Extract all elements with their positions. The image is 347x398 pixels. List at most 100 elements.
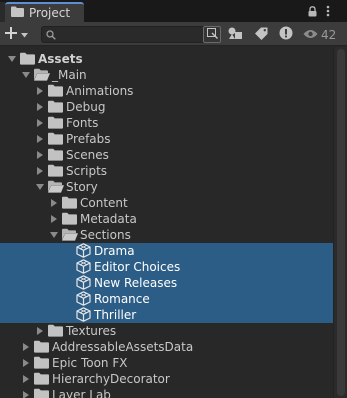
project-toolbar: 42 bbox=[0, 22, 347, 46]
folder-icon bbox=[62, 212, 78, 226]
tree-row[interactable]: Story bbox=[0, 179, 333, 195]
tree-row-label: Thriller bbox=[94, 308, 137, 322]
scrollbar-thumb[interactable] bbox=[337, 49, 345, 396]
tree-row-label: Editor Choices bbox=[94, 260, 181, 274]
tree-row[interactable]: Content bbox=[0, 195, 333, 211]
prefab-cube-icon bbox=[76, 243, 92, 258]
collapsed-arrow-icon[interactable] bbox=[23, 359, 29, 367]
tree-row[interactable]: New Releases bbox=[0, 275, 333, 291]
tree-scrollbar[interactable] bbox=[333, 47, 347, 398]
console-status-button[interactable] bbox=[277, 26, 295, 43]
hidden-packages-toggle[interactable]: 42 bbox=[303, 26, 343, 43]
collapsed-arrow-icon[interactable] bbox=[37, 87, 43, 95]
folder-icon bbox=[48, 132, 64, 146]
collapsed-arrow-icon[interactable] bbox=[37, 103, 43, 111]
tree-row-label: Drama bbox=[94, 244, 135, 258]
tree-row[interactable]: _Main bbox=[0, 67, 333, 83]
folder-icon bbox=[48, 324, 64, 338]
folder-icon bbox=[48, 164, 64, 178]
tree-row[interactable]: Textures bbox=[0, 323, 333, 339]
create-button[interactable] bbox=[5, 25, 35, 43]
tab-bar: Project bbox=[0, 0, 347, 22]
tree-row-label: Content bbox=[80, 196, 128, 210]
expanded-arrow-icon[interactable] bbox=[50, 232, 58, 238]
tree-row-label: Fonts bbox=[66, 116, 99, 130]
tree-row[interactable]: Metadata bbox=[0, 211, 333, 227]
collapsed-arrow-icon[interactable] bbox=[23, 343, 29, 351]
tree-row-label: _Main bbox=[52, 68, 87, 82]
folder-icon bbox=[34, 388, 50, 398]
collapsed-arrow-icon[interactable] bbox=[51, 215, 57, 223]
tree-row[interactable]: Drama bbox=[0, 243, 333, 259]
collapsed-arrow-icon[interactable] bbox=[51, 199, 57, 207]
prefab-cube-icon bbox=[76, 259, 92, 274]
tree-row[interactable]: Assets bbox=[0, 51, 333, 67]
tree-row[interactable]: Epic Toon FX bbox=[0, 355, 333, 371]
folder-icon bbox=[62, 196, 78, 210]
tree-row[interactable]: Prefabs bbox=[0, 131, 333, 147]
tree-row[interactable]: Thriller bbox=[0, 307, 333, 323]
plus-icon bbox=[5, 26, 17, 42]
collapsed-arrow-icon[interactable] bbox=[37, 167, 43, 175]
expanded-arrow-icon[interactable] bbox=[36, 184, 44, 190]
folder-icon bbox=[34, 356, 50, 370]
tree-row-label: Metadata bbox=[80, 212, 137, 226]
tree-row-label: Scripts bbox=[66, 164, 108, 178]
tree-row[interactable]: Fonts bbox=[0, 115, 333, 131]
collapsed-arrow-icon[interactable] bbox=[37, 135, 43, 143]
shapes-icon bbox=[228, 27, 243, 43]
prefab-cube-icon bbox=[76, 275, 92, 290]
lock-icon[interactable] bbox=[306, 3, 318, 19]
tree-row[interactable]: Scripts bbox=[0, 163, 333, 179]
collapsed-arrow-icon[interactable] bbox=[23, 391, 29, 398]
prefab-cube-icon bbox=[76, 291, 92, 306]
collapsed-arrow-icon[interactable] bbox=[37, 151, 43, 159]
prefab-cube-icon bbox=[76, 307, 92, 322]
tree-row-label: Textures bbox=[66, 324, 117, 338]
tag-icon bbox=[254, 27, 268, 43]
expanded-arrow-icon[interactable] bbox=[22, 72, 30, 78]
filter-by-type-button[interactable] bbox=[226, 26, 244, 43]
filter-by-label-button[interactable] bbox=[252, 26, 270, 43]
tree-row-label: Epic Toon FX bbox=[52, 356, 128, 370]
tree-row-label: Assets bbox=[38, 52, 83, 66]
expanded-arrow-icon[interactable] bbox=[8, 56, 16, 62]
tree-row[interactable]: Layer Lab bbox=[0, 387, 333, 398]
tree-row-label: Story bbox=[66, 180, 98, 194]
tree-row-label: Scenes bbox=[66, 148, 109, 162]
search-input[interactable] bbox=[58, 28, 208, 41]
tree-row[interactable]: Editor Choices bbox=[0, 259, 333, 275]
tree-row[interactable]: Scenes bbox=[0, 147, 333, 163]
tab-project-label: Project bbox=[29, 6, 71, 20]
tree-row-label: Sections bbox=[80, 228, 131, 242]
tree-row-label: Animations bbox=[66, 84, 134, 98]
project-tree: Assets _Main Animations Debug Fonts Prefabs Sc… bbox=[0, 47, 333, 398]
folder-icon bbox=[34, 372, 50, 386]
kebab-menu-icon[interactable] bbox=[322, 3, 334, 19]
collapsed-arrow-icon[interactable] bbox=[37, 327, 43, 335]
tree-row-label: HierarchyDecorator bbox=[52, 372, 170, 386]
tree-row-label: Romance bbox=[94, 292, 150, 306]
folder-open-icon bbox=[34, 68, 50, 82]
folder-icon bbox=[48, 116, 64, 130]
search-field[interactable] bbox=[41, 26, 221, 43]
collapsed-arrow-icon[interactable] bbox=[23, 375, 29, 383]
search-by-type-button[interactable] bbox=[203, 26, 221, 43]
collapsed-arrow-icon[interactable] bbox=[37, 119, 43, 127]
tree-row[interactable]: HierarchyDecorator bbox=[0, 371, 333, 387]
folder-open-icon bbox=[48, 180, 64, 194]
tree-row-label: Debug bbox=[66, 100, 106, 114]
tree-row[interactable]: Debug bbox=[0, 99, 333, 115]
tree-row[interactable]: Animations bbox=[0, 83, 333, 99]
folder-icon bbox=[48, 100, 64, 114]
tree-row[interactable]: AddressableAssetsData bbox=[0, 339, 333, 355]
tree-row[interactable]: Sections bbox=[0, 227, 333, 243]
tree-row[interactable]: Romance bbox=[0, 291, 333, 307]
folder-icon bbox=[11, 6, 24, 20]
tab-project[interactable]: Project bbox=[5, 2, 84, 22]
eye-icon bbox=[303, 28, 318, 42]
folder-icon bbox=[20, 52, 36, 66]
folder-icon bbox=[48, 148, 64, 162]
hidden-count: 42 bbox=[321, 27, 337, 42]
tree-row-label: New Releases bbox=[94, 276, 178, 290]
